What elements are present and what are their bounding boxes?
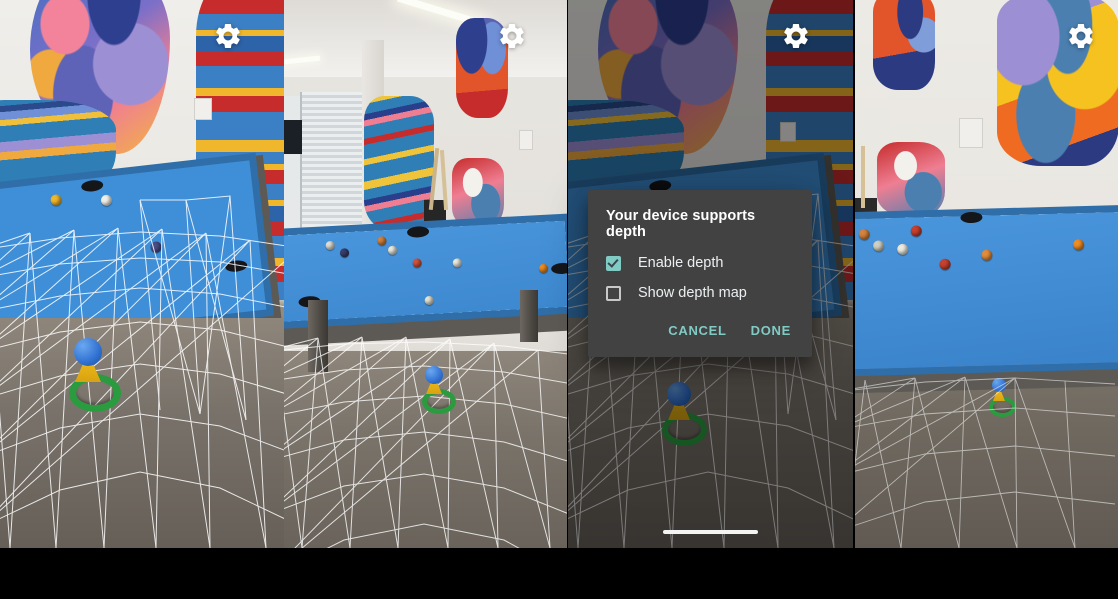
dialog-title: Your device supports depth (606, 208, 756, 240)
monitor-screen (284, 120, 302, 154)
camera-scene-4 (855, 0, 1118, 548)
enable-depth-checkbox[interactable] (606, 255, 621, 271)
pool-table-leg (308, 300, 328, 372)
gear-icon (497, 21, 527, 51)
gear-icon (1066, 21, 1096, 51)
show-depth-map-checkbox[interactable] (606, 285, 621, 301)
wall-switch-plate (194, 98, 212, 120)
ar-view-panel-2[interactable] (284, 0, 567, 548)
wall-sign (959, 118, 983, 148)
ar-stacked-shapes-object[interactable] (420, 366, 456, 414)
glass-partition (284, 96, 302, 246)
gear-icon (213, 21, 243, 51)
ar-stacked-shapes-object[interactable] (66, 338, 121, 412)
mural-blob (997, 0, 1118, 166)
settings-gear-button-1[interactable] (211, 19, 245, 53)
depth-support-dialog: Your device supports depth Enable depth … (588, 190, 812, 357)
pool-table (855, 211, 1118, 421)
app-root: Your device supports depth Enable depth … (0, 0, 1118, 599)
ar-sphere-blue (992, 378, 1006, 392)
enable-depth-row[interactable]: Enable depth (588, 248, 812, 278)
mural-blob (452, 158, 504, 228)
cue-stick (861, 146, 865, 208)
cancel-button[interactable]: CANCEL (659, 316, 735, 345)
done-button[interactable]: DONE (742, 316, 800, 345)
ar-view-panel-1[interactable] (0, 0, 284, 548)
ar-sphere-blue (74, 338, 102, 366)
home-indicator[interactable] (663, 530, 758, 534)
enable-depth-label: Enable depth (638, 255, 724, 271)
settings-gear-button-2[interactable] (495, 19, 529, 53)
wall-sign (519, 130, 533, 150)
camera-scene-2 (284, 0, 567, 548)
settings-gear-button-4[interactable] (1064, 19, 1098, 53)
dialog-options-list: Enable depth Show depth map (588, 244, 812, 310)
glass-door (300, 92, 370, 252)
room-floor (0, 317, 284, 548)
dialog-actions: CANCEL DONE (588, 310, 812, 357)
settings-gear-button-3[interactable] (779, 19, 813, 53)
camera-scene-1 (0, 0, 284, 548)
show-depth-map-row[interactable]: Show depth map (588, 278, 812, 308)
system-bottom-bar (0, 548, 1118, 599)
mural-blob (877, 142, 945, 216)
mural-blob (873, 0, 935, 90)
ar-stacked-shapes-object[interactable] (988, 378, 1016, 417)
ar-sphere-blue (425, 366, 443, 384)
gear-icon (781, 21, 811, 51)
pool-table-leg (520, 290, 538, 342)
show-depth-map-label: Show depth map (638, 285, 747, 301)
ar-view-panel-4[interactable] (855, 0, 1118, 548)
pool-table-felt (855, 211, 1118, 371)
